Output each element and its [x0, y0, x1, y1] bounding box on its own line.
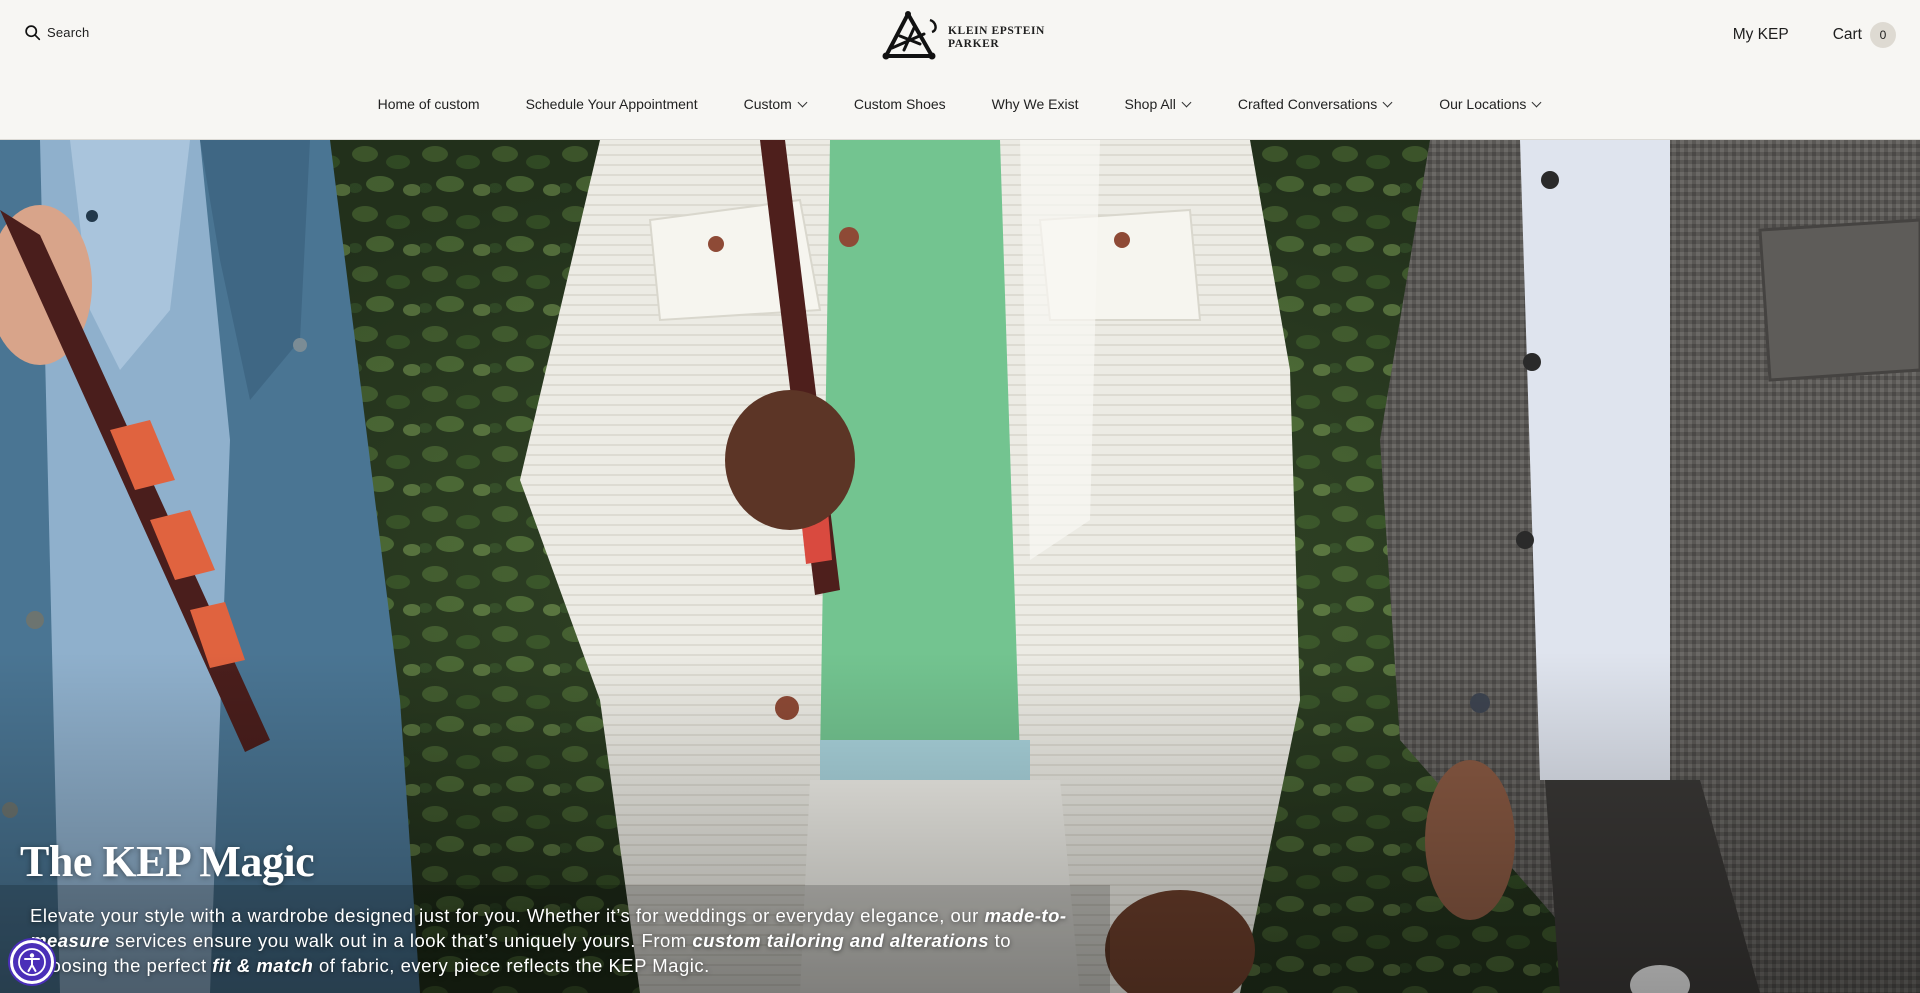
nav-item-our-locations[interactable]: Our Locations — [1439, 96, 1542, 112]
hero-copy-emphasis-3: fit & match — [212, 955, 314, 976]
chevron-down-icon — [1181, 97, 1192, 107]
my-kep-link[interactable]: My KEP — [1733, 26, 1789, 44]
nav-item-label: Schedule Your Appointment — [525, 96, 698, 112]
nav-item-label: Our Locations — [1439, 96, 1527, 112]
nav-item-label: Why We Exist — [991, 96, 1079, 112]
nav-item-crafted-conversations[interactable]: Crafted Conversations — [1238, 96, 1393, 112]
logo-line-2: PARKER — [948, 38, 1000, 50]
nav-item-label: Crafted Conversations — [1237, 96, 1378, 112]
nav-item-label: Custom — [743, 96, 792, 112]
accessibility-button[interactable] — [10, 940, 54, 984]
search-button[interactable]: Search — [24, 24, 89, 41]
nav-item-home-of-custom[interactable]: Home of custom — [378, 96, 480, 112]
hero-copy-part-1: Elevate your style with a wardrobe desig… — [30, 905, 985, 926]
hero-copy-part-4: of fabric, every piece reflects the KEP … — [313, 955, 710, 976]
chevron-down-icon — [1531, 97, 1542, 107]
nav-item-label: Custom Shoes — [853, 96, 946, 112]
header-utility-links: My KEP Cart 0 — [1733, 22, 1896, 48]
main-navigation: Home of custom Schedule Your Appointment C… — [0, 96, 1920, 112]
nav-item-label: Shop All — [1124, 96, 1176, 112]
nav-item-label: Home of custom — [377, 96, 480, 112]
search-label: Search — [47, 25, 90, 40]
cart-count-badge: 0 — [1870, 22, 1896, 48]
hero-copy-emphasis-2: custom tailoring and alterations — [692, 930, 989, 951]
hero-section: The KEP Magic Elevate your style with a … — [0, 140, 1920, 993]
site-header: Search KLEIN EPSTEIN PARKER My KEP Cart … — [0, 0, 1920, 140]
hero-copy-part-2: services ensure you walk out in a look t… — [109, 930, 693, 951]
cart-link[interactable]: Cart 0 — [1833, 22, 1896, 48]
nav-item-schedule-your-appointment[interactable]: Schedule Your Appointment — [526, 96, 698, 112]
nav-item-shop-all[interactable]: Shop All — [1125, 96, 1192, 112]
hero-title: The KEP Magic — [20, 837, 315, 886]
nav-item-why-we-exist[interactable]: Why We Exist — [992, 96, 1079, 112]
accessibility-icon — [18, 948, 46, 976]
chevron-down-icon — [797, 97, 808, 107]
cart-label: Cart — [1832, 26, 1862, 43]
hero-description: Elevate your style with a wardrobe desig… — [30, 903, 1090, 978]
kep-triangle-logo — [882, 11, 937, 60]
nav-item-custom[interactable]: Custom — [744, 96, 808, 112]
site-logo[interactable]: KLEIN EPSTEIN PARKER — [878, 10, 1045, 66]
logo-wordmark: KLEIN EPSTEIN PARKER — [948, 25, 1045, 51]
nav-item-custom-shoes[interactable]: Custom Shoes — [854, 96, 946, 112]
chevron-down-icon — [1382, 97, 1393, 107]
search-icon — [25, 25, 41, 41]
logo-line-1: KLEIN EPSTEIN — [948, 25, 1045, 37]
